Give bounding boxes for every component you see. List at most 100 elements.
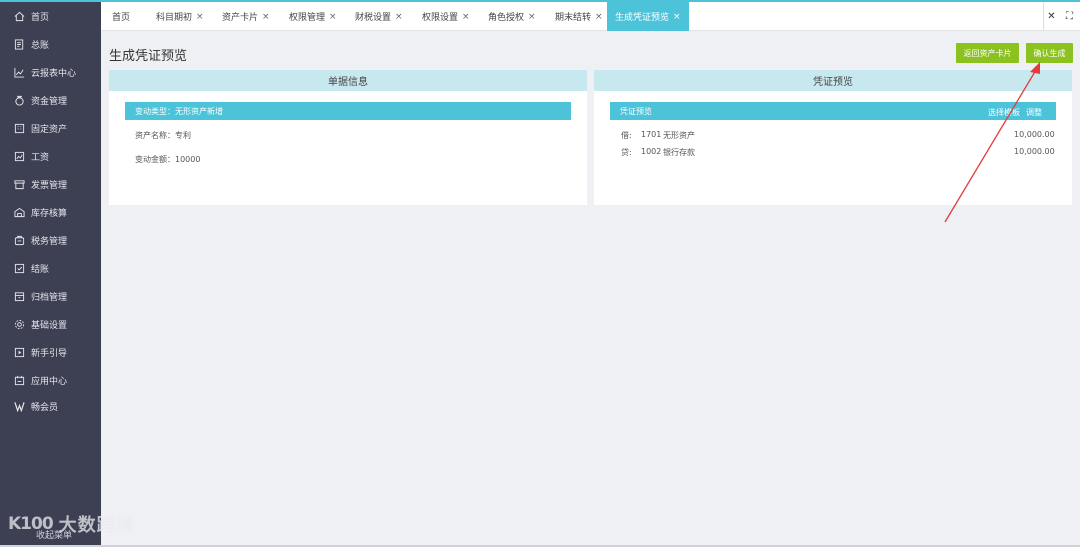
tab-role-authorization[interactable]: 角色授权 ×	[488, 2, 536, 31]
tab-label: 生成凭证预览	[615, 13, 670, 23]
sidebar-item-label: 固定资产	[31, 124, 68, 135]
money-bag-icon	[13, 94, 25, 106]
checkout-icon	[13, 262, 25, 274]
play-guide-icon	[13, 346, 25, 358]
tab-label: 权限设置	[422, 13, 459, 23]
ledger-icon	[13, 38, 25, 50]
tab-finance-tax-settings[interactable]: 财税设置 ×	[355, 2, 403, 31]
close-icon[interactable]: ×	[329, 12, 337, 22]
sidebar-item-vip[interactable]: 畅会员	[0, 393, 101, 419]
tab-label: 首页	[112, 13, 131, 23]
archive-icon	[13, 290, 25, 302]
sidebar-item-label: 资金管理	[31, 96, 68, 107]
tax-icon	[13, 234, 25, 246]
close-all-tabs-icon[interactable]: ✕	[1043, 2, 1060, 31]
warehouse-icon	[13, 206, 25, 218]
tab-period-end-closing[interactable]: 期末结转 ×	[555, 2, 603, 31]
sidebar-item-app-center[interactable]: 应用中心	[0, 367, 101, 393]
entry-direction: 借:	[621, 131, 632, 140]
sidebar-item-label: 首页	[31, 12, 50, 23]
watermark: K100 大数跨境	[8, 511, 135, 537]
sidebar-item-label: 新手引导	[31, 348, 68, 359]
tab-label: 科目期初	[156, 13, 193, 23]
home-icon	[13, 10, 25, 22]
confirm-generate-button[interactable]: 确认生成	[1026, 43, 1073, 63]
entry-account-name: 无形资产	[663, 131, 695, 140]
entry-account-code: 1002	[641, 147, 662, 156]
watermark-logo: K100	[8, 514, 54, 534]
close-icon[interactable]: ×	[196, 12, 204, 22]
payroll-icon	[13, 150, 25, 162]
sidebar-item-label: 发票管理	[31, 180, 68, 191]
close-icon[interactable]: ×	[462, 12, 470, 22]
tab-label: 期末结转	[555, 13, 592, 23]
gear-icon	[13, 318, 25, 330]
sidebar-item-label: 畅会员	[31, 402, 59, 413]
building-icon	[13, 122, 25, 134]
change-type-text: 变动类型：无形资产新增	[135, 106, 223, 116]
document-info-header: 单据信息	[109, 70, 587, 91]
entry-account-name: 银行存款	[663, 148, 695, 157]
sidebar-item-label: 归档管理	[31, 292, 68, 303]
sidebar-item-inventory[interactable]: 库存核算	[0, 199, 101, 225]
tab-voucher-preview[interactable]: 生成凭证预览 ×	[607, 2, 689, 31]
sidebar-item-home[interactable]: 首页	[0, 3, 101, 29]
invoice-icon	[13, 178, 25, 190]
close-icon[interactable]: ×	[262, 12, 270, 22]
app-center-icon	[13, 374, 25, 386]
entry-direction: 贷:	[621, 148, 632, 157]
sidebar-item-payroll[interactable]: 工资	[0, 143, 101, 169]
entry-amount: 10,000.00	[1014, 147, 1055, 156]
close-icon[interactable]: ×	[528, 12, 536, 22]
confirm-button-label: 确认生成	[1033, 48, 1066, 58]
voucher-preview-bar-label: 凭证预览	[620, 106, 652, 116]
sidebar-item-funds[interactable]: 资金管理	[0, 87, 101, 113]
asset-name-text: 资产名称：专利	[135, 131, 191, 140]
sidebar-item-label: 结账	[31, 264, 50, 275]
sidebar-item-settings[interactable]: 基础设置	[0, 311, 101, 337]
back-to-asset-card-button[interactable]: 返回资产卡片	[956, 43, 1019, 63]
back-button-label: 返回资产卡片	[963, 48, 1012, 58]
close-icon[interactable]: ×	[395, 12, 403, 22]
sidebar-item-label: 应用中心	[31, 376, 68, 387]
entry-amount: 10,000.00	[1014, 130, 1055, 139]
tab-permission-settings[interactable]: 权限设置 ×	[422, 2, 470, 31]
tab-label: 财税设置	[355, 13, 392, 23]
watermark-text: 大数跨境	[58, 515, 135, 536]
select-template-link[interactable]: 选择模板	[988, 107, 1020, 118]
sidebar-item-label: 基础设置	[31, 320, 68, 331]
sidebar-item-guide[interactable]: 新手引导	[0, 339, 101, 365]
sidebar-item-label: 总账	[31, 40, 50, 51]
sidebar-item-tax[interactable]: 税务管理	[0, 227, 101, 253]
sidebar-accent-line	[0, 0, 101, 2]
vip-icon	[13, 400, 25, 412]
tab-permission-management[interactable]: 权限管理 ×	[289, 2, 337, 31]
tab-label: 权限管理	[289, 13, 326, 23]
adjust-link[interactable]: 调整	[1026, 107, 1042, 118]
sidebar-item-label: 云报表中心	[31, 68, 77, 79]
report-icon	[13, 66, 25, 78]
tab-label: 角色授权	[488, 13, 525, 23]
tab-asset-card[interactable]: 资产卡片 ×	[222, 2, 270, 31]
sidebar-item-invoice[interactable]: 发票管理	[0, 171, 101, 197]
change-type-bar: 变动类型：无形资产新增	[125, 102, 571, 120]
close-icon[interactable]: ×	[673, 12, 681, 22]
sidebar-item-archive[interactable]: 归档管理	[0, 283, 101, 309]
voucher-preview-header: 凭证预览	[594, 70, 1072, 91]
tab-label: 资产卡片	[222, 13, 259, 23]
sidebar-item-fixed-assets[interactable]: 固定资产	[0, 115, 101, 141]
close-icon[interactable]: ×	[595, 12, 603, 22]
tab-subject-opening[interactable]: 科目期初 ×	[156, 2, 204, 31]
change-amount-text: 变动金额：10000	[135, 155, 201, 164]
sidebar-item-label: 库存核算	[31, 208, 68, 219]
sidebar-item-checkout[interactable]: 结账	[0, 255, 101, 281]
sidebar-item-label: 工资	[31, 152, 50, 163]
fullscreen-icon[interactable]: ⛶	[1061, 2, 1078, 31]
tab-home[interactable]: 首页	[112, 2, 130, 31]
sidebar-item-report-center[interactable]: 云报表中心	[0, 59, 101, 85]
sidebar: 首页 总账 云报表中心 资金管理 固定资产 工资 发票管理 库存核算 税务管理 …	[0, 0, 101, 547]
tab-bar: 首页 科目期初 × 资产卡片 × 权限管理 × 财税设置 × 权限设置 × 角色…	[101, 0, 1080, 31]
sidebar-item-ledger[interactable]: 总账	[0, 31, 101, 57]
entry-account-code: 1701	[641, 130, 662, 139]
sidebar-item-label: 税务管理	[31, 236, 68, 247]
